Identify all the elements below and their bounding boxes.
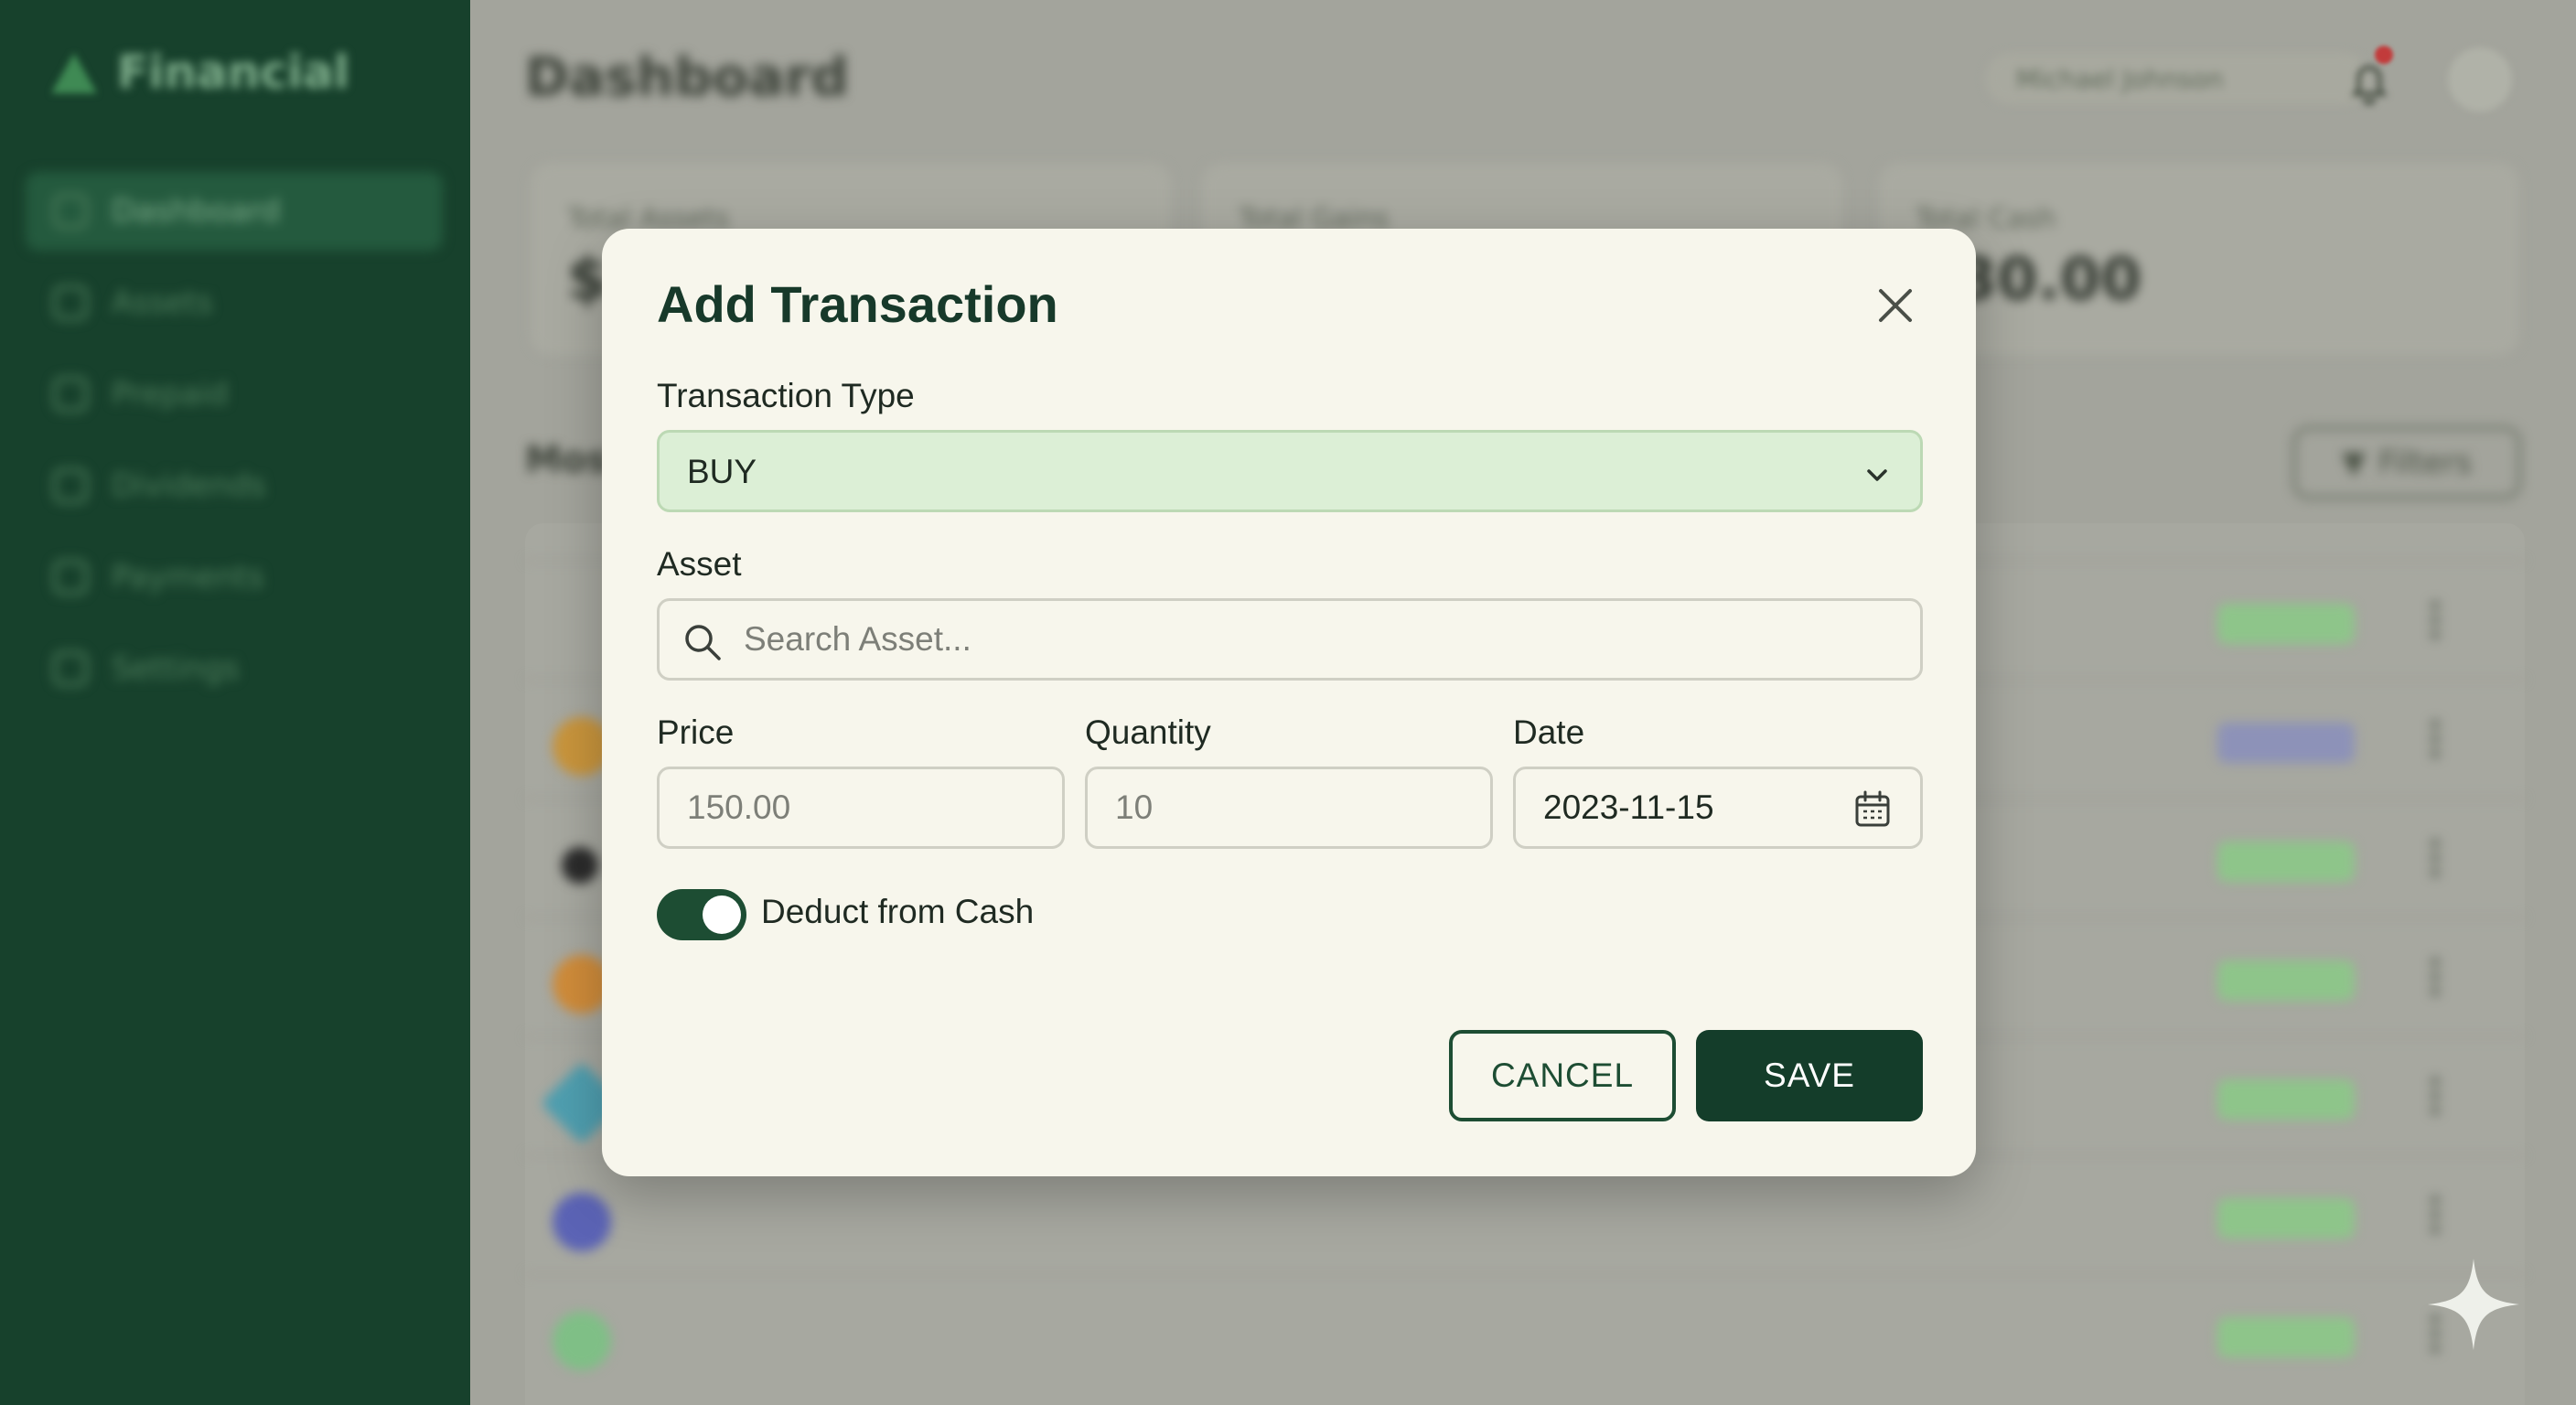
sidebar-item-payments[interactable]: Payments [26, 538, 443, 617]
price-label: Price [657, 713, 735, 751]
deduct-from-cash-label: Deduct from Cash [761, 893, 1035, 930]
sidebar-item-label: Dashboard [112, 193, 281, 230]
status-badge [2217, 960, 2355, 1001]
user-menu[interactable]: Michael Johnson [1985, 53, 2369, 104]
sidebar-item-dashboard[interactable]: Dashboard [26, 172, 443, 251]
status-badge [2217, 604, 2355, 644]
clock-icon [53, 377, 88, 412]
sidebar-nav: Dashboard Assets Prepaid Dividends Payme… [26, 172, 443, 721]
transaction-type-label: Transaction Type [657, 377, 915, 414]
asset-search-field[interactable] [657, 598, 1923, 681]
chevron-down-icon [1867, 469, 1887, 481]
sidebar-item-assets[interactable]: Assets [26, 263, 443, 342]
sidebar: Financial Dashboard Assets Prepaid Divid… [0, 0, 470, 1405]
calendar-icon [53, 560, 88, 595]
price-input[interactable] [660, 769, 1062, 846]
transaction-type-select[interactable]: BUY [657, 430, 1923, 512]
asset-search-input[interactable] [660, 601, 1920, 678]
brand-logo-icon [51, 53, 97, 93]
close-icon[interactable] [1870, 280, 1921, 331]
asset-label: Asset [657, 545, 742, 583]
cancel-button[interactable]: CANCEL [1449, 1030, 1676, 1121]
user-name: Michael Johnson [2016, 63, 2224, 94]
quantity-input[interactable] [1088, 769, 1490, 846]
status-badge [2217, 1198, 2355, 1239]
card-value: 130.00 [1916, 246, 2141, 314]
deduct-from-cash-toggle[interactable] [657, 889, 746, 940]
date-field[interactable] [1513, 767, 1923, 849]
assets-icon [53, 285, 88, 320]
dashboard-icon [53, 194, 88, 229]
transaction-type-value: BUY [687, 453, 757, 490]
more-icon[interactable] [2430, 1074, 2441, 1120]
sparkle-icon [2428, 1259, 2519, 1350]
sidebar-item-label: Payments [112, 559, 264, 595]
asset-logo [553, 1193, 611, 1251]
asset-logo [553, 1312, 611, 1370]
notification-dot [2375, 46, 2393, 64]
quantity-label: Quantity [1085, 713, 1211, 751]
brand-name: Financial [117, 46, 349, 99]
sidebar-item-label: Assets [112, 284, 213, 321]
brand: Financial [48, 46, 349, 99]
status-badge [2217, 842, 2355, 882]
dialog-title: Add Transaction [657, 275, 1058, 333]
save-button[interactable]: SAVE [1696, 1030, 1923, 1121]
sidebar-item-prepaid[interactable]: Prepaid [26, 355, 443, 434]
filters-label: Filters [2378, 445, 2473, 481]
status-badge [2217, 723, 2355, 763]
sidebar-item-dividends[interactable]: Dividends [26, 446, 443, 525]
status-badge [2217, 1079, 2355, 1120]
more-icon[interactable] [2430, 598, 2441, 644]
status-badge [2217, 1317, 2355, 1357]
more-icon[interactable] [2430, 836, 2441, 882]
sidebar-item-settings[interactable]: Settings [26, 629, 443, 708]
coin-icon [53, 468, 88, 503]
toggle-knob [703, 896, 741, 934]
more-icon[interactable] [2430, 717, 2441, 763]
card-label: Total Cash [1916, 203, 2056, 235]
filters-button[interactable]: ▼ Filters [2292, 426, 2521, 499]
bell-icon[interactable] [2342, 55, 2397, 110]
more-icon[interactable] [2430, 1193, 2441, 1239]
date-label: Date [1513, 713, 1585, 751]
page-title: Dashboard [525, 46, 849, 108]
sidebar-item-label: Prepaid [112, 376, 229, 413]
avatar[interactable] [2448, 48, 2512, 112]
asset-logo [562, 847, 598, 884]
sidebar-item-label: Dividends [112, 467, 266, 504]
add-transaction-dialog: Add Transaction Transaction Type BUY Ass… [602, 229, 1976, 1176]
price-field[interactable] [657, 767, 1065, 849]
sidebar-item-label: Settings [112, 650, 240, 687]
gear-icon [53, 651, 88, 686]
table-row[interactable] [525, 1273, 2525, 1394]
calendar-icon[interactable] [1851, 788, 1894, 831]
quantity-field[interactable] [1085, 767, 1493, 849]
more-icon[interactable] [2430, 955, 2441, 1001]
filter-icon: ▼ [2341, 445, 2367, 481]
